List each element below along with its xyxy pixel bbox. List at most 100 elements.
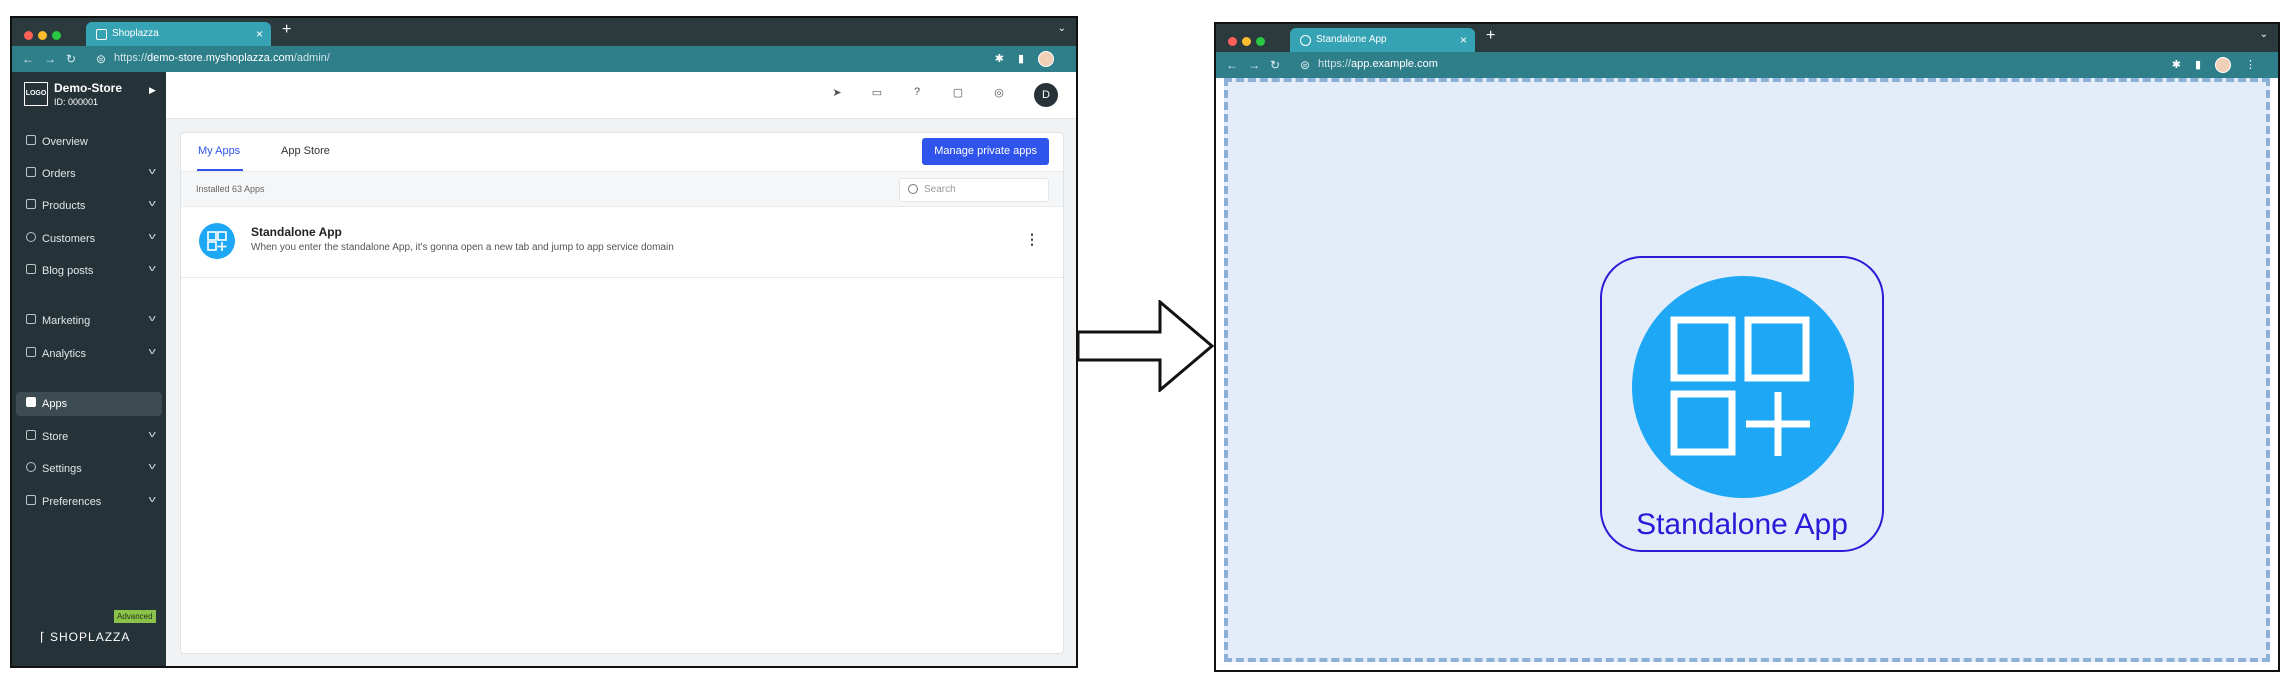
store-logo: LOGO xyxy=(24,82,48,106)
close-window-button[interactable] xyxy=(24,31,33,40)
store-icon xyxy=(26,430,36,440)
url-field[interactable]: https://app.example.com xyxy=(1318,58,1438,70)
close-tab-icon[interactable]: × xyxy=(1460,28,1467,52)
send-icon[interactable]: ➤ xyxy=(830,86,844,100)
back-icon[interactable]: ← xyxy=(1226,58,1238,72)
minimize-window-button[interactable] xyxy=(38,31,47,40)
back-icon[interactable]: ← xyxy=(22,52,34,66)
chevron-down-icon: v xyxy=(148,198,156,208)
reload-icon[interactable]: ↻ xyxy=(66,52,76,66)
sidebar-item-apps[interactable]: Apps xyxy=(16,392,162,416)
browser-tab[interactable]: Standalone App × xyxy=(1290,28,1475,52)
sidebar-item-analytics[interactable]: Analytics v xyxy=(16,342,162,366)
globe-icon xyxy=(1300,35,1311,46)
sidebar-item-overview[interactable]: Overview xyxy=(16,130,162,154)
side-panel-icon[interactable]: ▮ xyxy=(2195,58,2201,71)
sidebar-item-store[interactable]: Store v xyxy=(16,425,162,449)
reload-icon[interactable]: ↻ xyxy=(1270,58,1280,72)
sidebar-item-marketing[interactable]: Marketing v xyxy=(16,309,162,333)
customers-icon xyxy=(26,232,36,242)
site-info-icon[interactable]: ⊜ xyxy=(1300,58,1310,72)
browser-tab[interactable]: Shoplazza × xyxy=(86,22,271,46)
sidebar-item-customers[interactable]: Customers v xyxy=(16,227,162,251)
close-window-button[interactable] xyxy=(1228,37,1237,46)
window-controls xyxy=(1228,33,1270,51)
sidebar-item-label: Customers xyxy=(42,233,96,245)
sidebar-item-label: Orders xyxy=(42,168,76,180)
standalone-app-browser-window: Standalone App × + ⌄ ← → ↻ ⊜ https://app… xyxy=(1214,22,2280,672)
extensions-icon[interactable]: ✱ xyxy=(995,52,1004,65)
site-info-icon[interactable]: ⊜ xyxy=(96,52,106,66)
messages-icon[interactable]: ▢ xyxy=(951,86,965,100)
close-tab-icon[interactable]: × xyxy=(256,22,263,46)
main-content: ➤ ▭ ? ▢ ◎ D My Apps App Store Manage pri… xyxy=(166,72,1076,666)
help-icon[interactable]: ? xyxy=(910,86,924,100)
admin-browser-window: Shoplazza × + ⌄ ← → ↻ ⊜ https://demo-sto… xyxy=(10,16,1078,668)
tab-bar: Shoplazza × + ⌄ xyxy=(12,18,1076,46)
menu-kebab-icon[interactable]: ⋮ xyxy=(2245,58,2256,71)
sidebar-item-products[interactable]: Products v xyxy=(16,194,162,218)
sidebar-item-settings[interactable]: Settings v xyxy=(16,457,162,481)
sidebar-item-label: Marketing xyxy=(42,315,91,327)
active-tab-indicator xyxy=(197,169,243,171)
tab-app-store[interactable]: App Store xyxy=(281,145,330,157)
chevron-down-icon: v xyxy=(148,494,156,504)
search-input[interactable]: Search xyxy=(899,178,1049,202)
chevron-down-icon: v xyxy=(148,429,156,439)
products-icon xyxy=(26,199,36,209)
brand-text: SHOPLAZZA xyxy=(50,630,131,644)
app-page: Standalone App xyxy=(1224,78,2270,662)
sidebar-item-label: Analytics xyxy=(42,348,87,360)
manage-private-apps-button[interactable]: Manage private apps xyxy=(922,138,1049,165)
broadcast-icon[interactable]: ◎ xyxy=(992,86,1006,100)
profile-avatar[interactable] xyxy=(1038,51,1054,67)
url-scheme: https:// xyxy=(114,52,148,64)
url-host: demo-store.myshoplazza.com xyxy=(147,52,294,64)
new-tab-button[interactable]: + xyxy=(1486,27,1495,45)
marketing-icon xyxy=(26,314,36,324)
minimize-window-button[interactable] xyxy=(1242,37,1251,46)
sidebar-item-label: Preferences xyxy=(42,496,102,508)
new-tab-button[interactable]: + xyxy=(282,21,291,39)
list-item[interactable]: Standalone App When you enter the standa… xyxy=(181,207,1063,278)
sidebar-item-blog-posts[interactable]: Blog posts v xyxy=(16,259,162,283)
profile-avatar[interactable] xyxy=(2215,57,2231,73)
sidebar-item-label: Apps xyxy=(42,398,68,410)
user-avatar[interactable]: D xyxy=(1034,83,1058,107)
online-store-icon[interactable]: ▭ xyxy=(870,86,884,100)
store-id: ID: 000001 xyxy=(54,97,99,107)
maximize-window-button[interactable] xyxy=(1256,37,1265,46)
analytics-icon xyxy=(26,347,36,357)
tab-bar: Standalone App × + ⌄ xyxy=(1216,24,2278,52)
forward-icon[interactable]: → xyxy=(1248,58,1260,72)
standalone-app-large-icon xyxy=(1632,276,1854,498)
side-panel-icon[interactable]: ▮ xyxy=(1018,52,1024,65)
sidebar-item-label: Overview xyxy=(42,136,88,148)
standalone-app-card[interactable]: Standalone App xyxy=(1600,256,1884,552)
caret-right-icon: ▶ xyxy=(149,85,156,95)
sidebar-item-label: Blog posts xyxy=(42,265,94,277)
url-field[interactable]: https://demo-store.myshoplazza.com/admin… xyxy=(114,52,330,64)
app-description: When you enter the standalone App, it's … xyxy=(251,242,674,253)
browser-toolbar-icons: ✱ ▮ xyxy=(981,51,1054,67)
app-title: Standalone App xyxy=(1636,508,1848,541)
preferences-icon xyxy=(26,495,36,505)
maximize-window-button[interactable] xyxy=(52,31,61,40)
sidebar-item-preferences[interactable]: Preferences v xyxy=(16,490,162,514)
tab-list-chevron-icon[interactable]: ⌄ xyxy=(2260,29,2268,40)
forward-icon[interactable]: → xyxy=(44,52,56,66)
address-bar: ← → ↻ ⊜ https://demo-store.myshoplazza.c… xyxy=(12,46,1076,72)
more-options-icon[interactable]: ⋮ xyxy=(1025,231,1039,248)
sidebar: LOGO Demo-Store ID: 000001 ▶ Overview Or… xyxy=(12,72,166,666)
tab-my-apps[interactable]: My Apps xyxy=(198,145,240,157)
blog-icon xyxy=(26,264,36,274)
filter-bar: Installed 63 Apps Search xyxy=(181,172,1063,207)
brand-logo-icon: ⌈ xyxy=(40,630,51,644)
plan-badge: Advanced xyxy=(114,610,156,623)
sidebar-item-label: Store xyxy=(42,431,69,443)
extensions-icon[interactable]: ✱ xyxy=(2172,58,2181,71)
tab-list-chevron-icon[interactable]: ⌄ xyxy=(1058,23,1066,34)
store-switcher[interactable]: LOGO Demo-Store ID: 000001 ▶ xyxy=(12,72,166,118)
installed-count: Installed 63 Apps xyxy=(196,184,265,194)
sidebar-item-orders[interactable]: Orders v xyxy=(16,162,162,186)
